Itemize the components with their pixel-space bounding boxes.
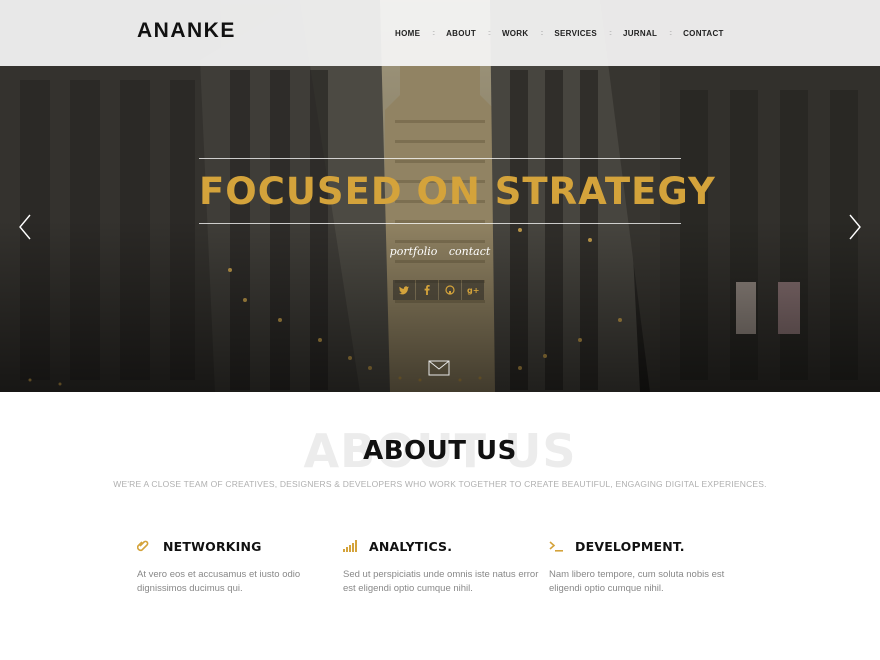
- social-icons: g+: [393, 280, 484, 300]
- nav-home[interactable]: HOME: [383, 29, 432, 38]
- feature-networking: NETWORKING At vero eos et accusamus et i…: [137, 538, 337, 596]
- hero-links: portfolio contact: [0, 245, 880, 258]
- title-bottom-rule: [199, 223, 681, 224]
- logo[interactable]: ANANKE: [137, 19, 236, 43]
- nav-about[interactable]: ABOUT: [434, 29, 488, 38]
- feature-text: At vero eos et accusamus et iusto odio d…: [137, 569, 301, 594]
- nav-services[interactable]: SERVICES: [542, 29, 609, 38]
- hero-link-contact[interactable]: contact: [449, 245, 490, 258]
- svg-text:g+: g+: [467, 286, 479, 295]
- main-nav: HOME :: ABOUT :: WORK :: SERVICES :: JUR…: [383, 0, 736, 66]
- bar-chart-icon: [343, 539, 359, 553]
- about-title: ABOUT US: [363, 436, 517, 466]
- github-icon[interactable]: [439, 280, 461, 300]
- twitter-icon[interactable]: [393, 280, 415, 300]
- paperclip-icon: [137, 539, 153, 553]
- hero-link-portfolio[interactable]: portfolio: [390, 245, 438, 258]
- slider-prev-arrow-icon[interactable]: [18, 213, 32, 241]
- google-plus-icon[interactable]: g+: [462, 280, 484, 300]
- site-header: ANANKE HOME :: ABOUT :: WORK :: SERVICES…: [0, 0, 880, 66]
- feature-analytics: ANALYTICS. Sed ut perspiciatis unde omni…: [343, 538, 543, 596]
- feature-title: NETWORKING: [163, 538, 262, 554]
- hero-title: FOCUSED ON STRATEGY: [199, 170, 716, 213]
- feature-development: DEVELOPMENT. Nam libero tempore, cum sol…: [549, 538, 749, 596]
- feature-title: ANALYTICS.: [369, 538, 453, 554]
- feature-text: Nam libero tempore, cum soluta nobis est…: [549, 569, 725, 594]
- nav-contact[interactable]: CONTACT: [671, 29, 736, 38]
- about-subtitle: WE'RE A CLOSE TEAM OF CREATIVES, DESIGNE…: [113, 479, 767, 489]
- title-top-rule: [199, 158, 681, 159]
- feature-title: DEVELOPMENT.: [575, 538, 685, 554]
- scroll-down-icon[interactable]: [428, 360, 450, 376]
- facebook-icon[interactable]: [416, 280, 438, 300]
- nav-work[interactable]: WORK: [490, 29, 541, 38]
- nav-jurnal[interactable]: JURNAL: [611, 29, 669, 38]
- feature-text: Sed ut perspiciatis unde omnis iste natu…: [343, 569, 539, 594]
- slider-next-arrow-icon[interactable]: [848, 213, 862, 241]
- terminal-icon: [549, 539, 565, 553]
